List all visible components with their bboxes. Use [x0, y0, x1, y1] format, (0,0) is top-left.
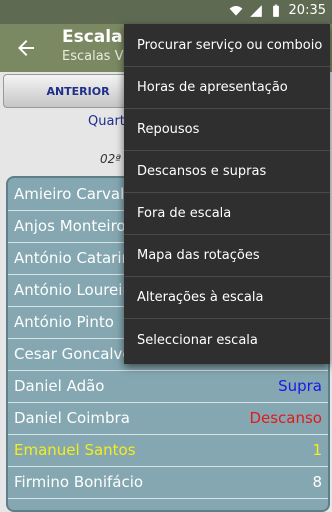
- week-label: 02ª: [100, 152, 121, 166]
- staff-name: Emanuel Santos: [14, 441, 136, 459]
- list-item[interactable]: Firmino Bonifácio 8: [8, 467, 328, 499]
- staff-name: Daniel Adão: [14, 377, 105, 395]
- staff-assignment: 8: [312, 473, 322, 491]
- staff-name: Anjos Monteiro: [14, 217, 126, 235]
- staff-name: Firmino Bonifácio: [14, 473, 144, 491]
- app-title: Escala: [62, 27, 123, 47]
- menu-item-search-service[interactable]: Procurar serviço ou comboio: [124, 25, 330, 67]
- menu-item-rotation-map[interactable]: Mapa das rotações: [124, 235, 330, 277]
- signal-icon: [249, 4, 262, 17]
- status-icons: 20:35: [229, 3, 326, 18]
- app-subtitle: Escalas V: [62, 49, 124, 64]
- status-bar: 20:35: [0, 0, 332, 24]
- menu-item-days-off[interactable]: Descansos e supras: [124, 151, 330, 193]
- back-arrow-icon[interactable]: [14, 36, 38, 60]
- day-label: Quart: [88, 114, 125, 129]
- list-item[interactable]: Daniel Coimbra Descanso: [8, 403, 328, 435]
- menu-item-off-schedule[interactable]: Fora de escala: [124, 193, 330, 235]
- staff-assignment: Descanso: [249, 409, 322, 427]
- menu-item-select-schedule[interactable]: Seleccionar escala: [124, 319, 330, 361]
- staff-name: António Catarino: [14, 249, 141, 267]
- battery-icon: [272, 4, 279, 17]
- menu-item-rests[interactable]: Repousos: [124, 109, 330, 151]
- staff-assignment: 1: [312, 441, 322, 459]
- list-item[interactable]: Daniel Adão Supra: [8, 371, 328, 403]
- staff-name: António Pinto: [14, 313, 114, 331]
- menu-item-schedule-changes[interactable]: Alterações à escala: [124, 277, 330, 319]
- staff-name: Daniel Coimbra: [14, 409, 130, 427]
- menu-item-presentation-hours[interactable]: Horas de apresentação: [124, 67, 330, 109]
- wifi-icon: [229, 5, 242, 16]
- staff-assignment: Supra: [278, 377, 322, 395]
- list-item[interactable]: Emanuel Santos 1: [8, 435, 328, 467]
- staff-name: António Loureiro: [14, 281, 138, 299]
- status-time: 20:35: [288, 3, 326, 18]
- overflow-menu: Procurar serviço ou comboio Horas de apre…: [124, 24, 330, 364]
- staff-name: Cesar Goncalves: [14, 345, 140, 363]
